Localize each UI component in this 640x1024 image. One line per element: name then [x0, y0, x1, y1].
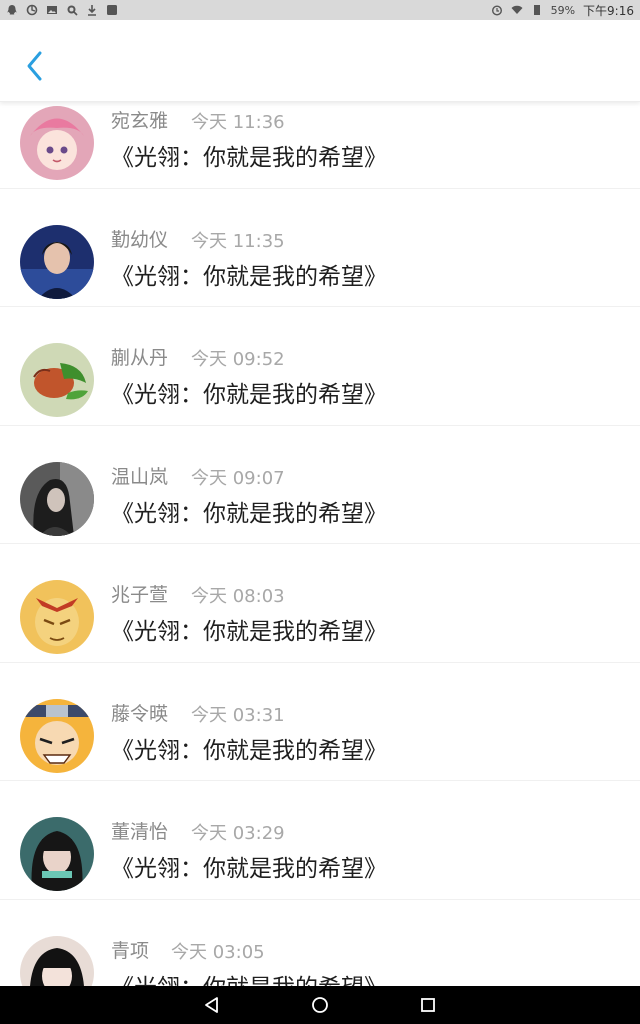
square-recents-icon [421, 998, 435, 1012]
message-time: 今天 03:31 [191, 704, 285, 726]
alarm-icon [491, 4, 503, 16]
circle-home-icon [312, 997, 328, 1013]
download-icon [86, 4, 98, 16]
list-item[interactable]: 蒯从丹 今天 09:52 《光翎：你就是我的希望》 [0, 307, 640, 426]
status-bar: 59% 下午9:16 [0, 0, 640, 20]
battery-percent: 59% [550, 3, 576, 17]
message-time: 今天 09:07 [191, 467, 285, 489]
nav-home-button[interactable] [308, 993, 332, 1017]
ninja-anime-avatar[interactable] [20, 698, 94, 773]
sender-name: 温山岚 [111, 465, 169, 488]
message-time: 今天 11:36 [191, 112, 285, 133]
sender-name: 勤幼仪 [111, 228, 169, 251]
message-text: 《光翎：你就是我的希望》 [111, 263, 387, 290]
list-item[interactable]: 勤幼仪 今天 11:35 《光翎：你就是我的希望》 [0, 189, 640, 307]
clock: 下午9:16 [583, 3, 634, 18]
sender-name: 藤令暎 [111, 702, 169, 725]
message-time: 今天 09:52 [191, 349, 285, 370]
message-text: 《光翎：你就是我的希望》 [111, 856, 387, 882]
girl-bangs-avatar[interactable] [20, 817, 94, 891]
message-list[interactable]: 宛玄雅 今天 11:36 《光翎：你就是我的希望》 勤幼仪 今天 11:35 《… [0, 102, 640, 986]
wifi-icon [511, 4, 523, 16]
app-header [0, 20, 640, 102]
list-item[interactable]: 藤令暎 今天 03:31 《光翎：你就是我的希望》 [0, 663, 640, 781]
sender-name: 宛玄雅 [111, 110, 169, 132]
young-man-dark-avatar[interactable] [20, 224, 94, 299]
message-list-content: 宛玄雅 今天 11:36 《光翎：你就是我的希望》 勤幼仪 今天 11:35 《… [0, 102, 640, 986]
flower-bud-avatar[interactable] [20, 343, 94, 417]
message-time: 今天 08:03 [191, 586, 285, 607]
qq-icon [6, 4, 18, 16]
message-time: 今天 03:05 [171, 941, 265, 963]
girl-red-text-avatar[interactable] [20, 935, 94, 986]
list-item[interactable]: 宛玄雅 今天 11:36 《光翎：你就是我的希望》 [0, 102, 640, 189]
message-text: 《光翎：你就是我的希望》 [111, 968, 387, 987]
dark-haired-girl-avatar[interactable] [20, 461, 94, 536]
sync-icon [26, 4, 38, 16]
nav-back-button[interactable] [200, 993, 224, 1017]
sender-name: 董清怡 [111, 821, 169, 843]
search-app-icon [66, 4, 78, 16]
sender-name: 兆子萱 [111, 584, 169, 606]
nav-recents-button[interactable] [416, 993, 440, 1017]
message-text: 《光翎：你就是我的希望》 [111, 619, 387, 645]
status-left-icons [6, 4, 118, 16]
message-time: 今天 03:29 [191, 823, 285, 844]
message-time: 今天 11:35 [191, 230, 285, 252]
triangle-back-icon [205, 997, 218, 1013]
status-right-icons: 59% 下午9:16 [491, 2, 634, 19]
signal-icon [531, 4, 543, 16]
golden-face-anime-avatar[interactable] [20, 580, 94, 654]
pink-hair-anime-avatar[interactable] [20, 106, 94, 180]
sender-name: 青项 [111, 939, 150, 962]
sender-name: 蒯从丹 [111, 347, 169, 369]
system-nav-bar [0, 986, 640, 1024]
back-button[interactable] [18, 46, 50, 86]
message-text: 《光翎：你就是我的希望》 [111, 500, 387, 527]
chevron-left-icon [27, 51, 42, 81]
list-item[interactable]: 温山岚 今天 09:07 《光翎：你就是我的希望》 [0, 426, 640, 544]
app-icon [106, 4, 118, 16]
message-text: 《光翎：你就是我的希望》 [111, 145, 387, 171]
list-item[interactable]: 兆子萱 今天 08:03 《光翎：你就是我的希望》 [0, 544, 640, 663]
message-text: 《光翎：你就是我的希望》 [111, 737, 387, 764]
list-item[interactable]: 董清怡 今天 03:29 《光翎：你就是我的希望》 [0, 781, 640, 900]
image-icon [46, 4, 58, 16]
list-item[interactable]: 青项 今天 03:05 《光翎：你就是我的希望》 [0, 900, 640, 987]
message-text: 《光翎：你就是我的希望》 [111, 382, 387, 408]
